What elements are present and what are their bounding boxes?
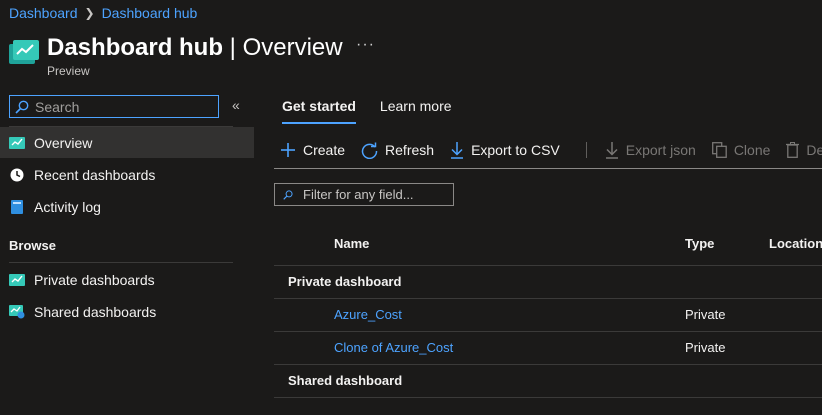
refresh-button[interactable]: Refresh [361, 142, 434, 159]
export-csv-button[interactable]: Export to CSV [450, 141, 560, 159]
page-subtitle: Preview [47, 64, 90, 78]
group-header-shared: Shared dashboard [288, 373, 403, 388]
copy-icon [711, 142, 727, 158]
filter-field[interactable] [274, 183, 454, 206]
log-icon [9, 199, 25, 215]
sidebar-item-recent-dashboards[interactable]: Recent dashboards [0, 159, 254, 190]
divider [274, 265, 822, 266]
shared-dashboard-icon [9, 304, 25, 320]
sidebar-item-private-dashboards[interactable]: Private dashboards [0, 264, 254, 295]
breadcrumb-dashboard-hub[interactable]: Dashboard hub [102, 5, 198, 21]
table-row-type: Private [685, 307, 726, 322]
divider [274, 331, 822, 332]
sidebar-item-shared-dashboards[interactable]: Shared dashboards [0, 296, 254, 327]
divider [274, 364, 822, 365]
breadcrumb-dashboard[interactable]: Dashboard [9, 5, 78, 21]
divider [9, 262, 233, 263]
page-header: Dashboard hub | Overview Preview [9, 34, 343, 78]
trash-icon [786, 142, 800, 158]
create-label: Create [303, 142, 346, 158]
chevron-right-icon: ❯ [84, 6, 95, 20]
export-json-button[interactable]: Export json [605, 141, 696, 159]
sidebar-item-label: Shared dashboards [34, 303, 157, 320]
sidebar-item-overview[interactable]: Overview [0, 127, 254, 158]
table-row-name-link[interactable]: Azure_Cost [334, 307, 402, 322]
divider [274, 298, 822, 299]
clock-icon [9, 167, 25, 183]
more-options-button[interactable]: ··· [356, 36, 375, 54]
sidebar-item-label: Private dashboards [34, 271, 155, 288]
sidebar-item-label: Overview [34, 134, 93, 151]
filter-input[interactable] [303, 187, 453, 202]
dashboard-icon [9, 135, 25, 151]
download-icon [450, 141, 464, 159]
create-button[interactable]: Create [280, 142, 345, 158]
clone-button[interactable]: Clone [711, 142, 771, 158]
search-icon [15, 100, 29, 114]
delete-label: Del [806, 142, 822, 158]
refresh-icon [361, 142, 378, 159]
sidebar-search[interactable] [9, 95, 219, 118]
plus-icon [280, 142, 296, 158]
divider [274, 168, 822, 169]
page-title: Dashboard hub | Overview [47, 34, 343, 61]
search-icon [283, 189, 293, 200]
toolbar: Create Refresh Export to CSV Export json… [280, 138, 822, 162]
table-row-name-link[interactable]: Clone of Azure_Cost [334, 340, 453, 355]
refresh-label: Refresh [385, 142, 435, 158]
collapse-sidebar-button[interactable]: « [232, 97, 240, 113]
dashboard-hub-icon [9, 40, 39, 64]
delete-button[interactable]: Del [786, 142, 822, 158]
browse-section-label: Browse [9, 238, 56, 253]
export-json-label: Export json [625, 142, 696, 158]
sidebar-search-input[interactable] [35, 98, 215, 115]
divider [274, 397, 822, 398]
sidebar-item-label: Recent dashboards [34, 166, 156, 183]
table-row-type: Private [685, 340, 726, 355]
tab-get-started[interactable]: Get started [282, 98, 356, 124]
breadcrumb: Dashboard ❯ Dashboard hub [9, 5, 197, 21]
sidebar-item-activity-log[interactable]: Activity log [0, 191, 254, 222]
group-header-private: Private dashboard [288, 274, 402, 289]
column-header-type[interactable]: Type [685, 236, 714, 251]
column-header-location[interactable]: Location [769, 236, 822, 251]
tab-learn-more[interactable]: Learn more [380, 98, 452, 124]
toolbar-separator [585, 142, 587, 158]
tab-bar: Get started Learn more [282, 98, 476, 124]
dashboard-icon [9, 272, 25, 288]
download-icon [605, 141, 619, 159]
sidebar-item-label: Activity log [34, 198, 101, 215]
column-header-name[interactable]: Name [334, 236, 369, 251]
clone-label: Clone [733, 142, 771, 158]
export-csv-label: Export to CSV [471, 142, 560, 158]
